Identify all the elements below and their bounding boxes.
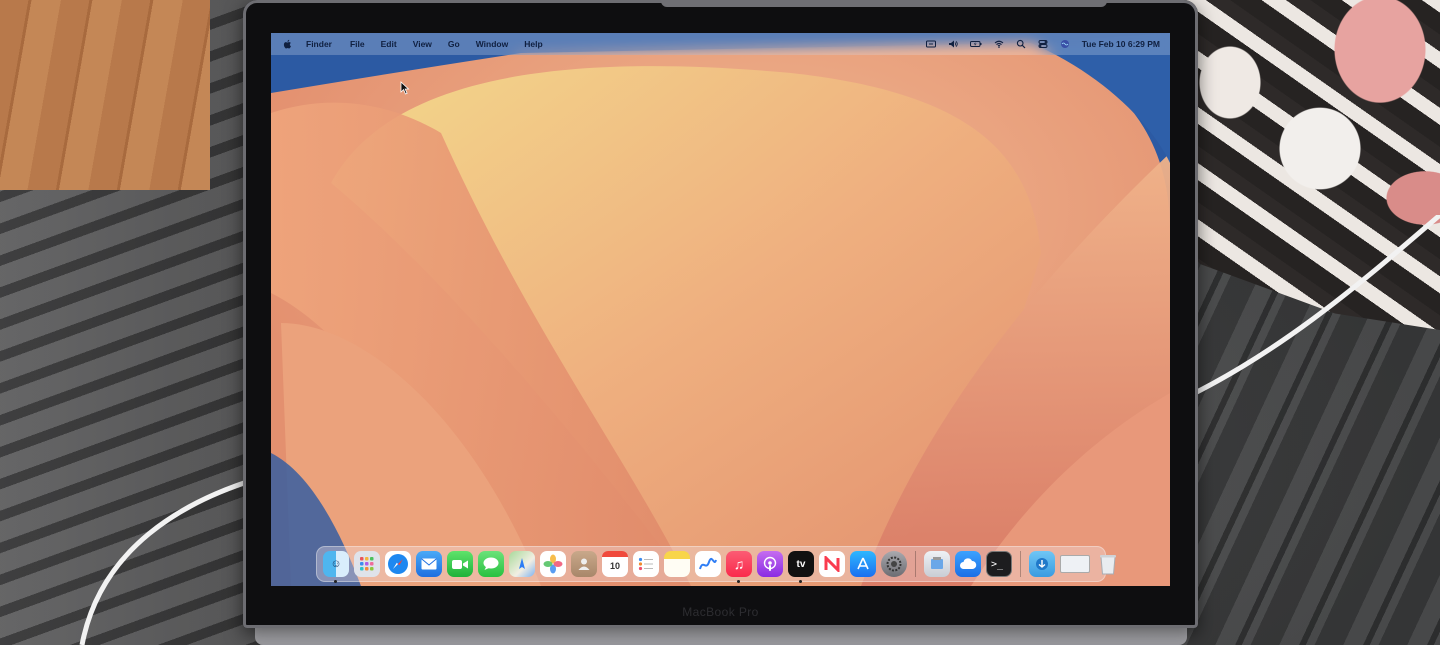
messages-icon[interactable] — [478, 551, 504, 577]
reminders-icon[interactable] — [633, 551, 659, 577]
launchpad-icon[interactable] — [354, 551, 380, 577]
preview-icon[interactable] — [924, 551, 950, 577]
volume-icon[interactable] — [948, 39, 958, 49]
dock-divider — [1020, 551, 1021, 577]
menu-bar: Finder File Edit View Go Window Help Tue… — [271, 33, 1170, 55]
menu-edit[interactable]: Edit — [373, 39, 405, 49]
menu-view[interactable]: View — [405, 39, 440, 49]
downloads-folder-icon[interactable] — [1029, 551, 1055, 577]
freeform-icon[interactable] — [695, 551, 721, 577]
running-indicator — [799, 580, 802, 583]
dock: ☺ 10 ♫ tv >_ — [316, 546, 1116, 583]
charging-cable-left — [79, 472, 270, 645]
spotlight-search-icon[interactable] — [1016, 39, 1026, 49]
calendar-day-label: 10 — [609, 561, 620, 571]
mail-icon[interactable] — [416, 551, 442, 577]
app-store-icon[interactable] — [850, 551, 876, 577]
control-center-icon[interactable] — [1038, 39, 1048, 49]
safari-icon[interactable] — [385, 551, 411, 577]
siri-icon[interactable] — [1060, 39, 1070, 49]
apple-tv-icon[interactable]: tv — [788, 551, 814, 583]
wallpaper — [271, 33, 1170, 586]
menu-file[interactable]: File — [342, 39, 373, 49]
finder-icon[interactable]: ☺ — [323, 551, 349, 583]
wifi-icon[interactable] — [994, 39, 1004, 49]
recent-window-icon[interactable] — [1060, 551, 1090, 577]
menu-window[interactable]: Window — [468, 39, 517, 49]
laptop-brand-label: MacBook Pro — [682, 605, 759, 619]
apple-logo-icon[interactable] — [283, 39, 292, 50]
battery-charging-icon[interactable] — [969, 39, 982, 49]
menu-go[interactable]: Go — [440, 39, 468, 49]
camera-notch — [661, 0, 1107, 7]
system-settings-icon[interactable] — [881, 551, 907, 577]
running-indicator — [737, 580, 740, 583]
menu-help[interactable]: Help — [516, 39, 550, 49]
podcasts-icon[interactable] — [757, 551, 783, 577]
contacts-icon[interactable] — [571, 551, 597, 577]
menu-bar-clock[interactable]: Tue Feb 10 6:29 PM — [1082, 39, 1160, 49]
running-indicator — [334, 580, 337, 583]
facetime-icon[interactable] — [447, 551, 473, 577]
macos-desktop[interactable]: Finder File Edit View Go Window Help Tue… — [271, 33, 1170, 586]
notes-icon[interactable] — [664, 551, 690, 577]
calendar-icon[interactable]: 10 — [602, 551, 628, 577]
photos-icon[interactable] — [540, 551, 566, 577]
dock-divider — [915, 551, 916, 577]
trash-icon[interactable] — [1095, 551, 1121, 577]
music-icon[interactable]: ♫ — [726, 551, 752, 583]
menu-app-name[interactable]: Finder — [298, 39, 342, 49]
wood-floor — [0, 0, 210, 190]
maps-icon[interactable] — [509, 551, 535, 577]
apple-tv-label: tv — [796, 558, 806, 570]
terminal-icon[interactable]: >_ — [986, 551, 1012, 577]
news-icon[interactable] — [819, 551, 845, 577]
mouse-pointer-icon — [400, 81, 410, 95]
keyboard-icon[interactable] — [925, 39, 936, 49]
icloud-icon[interactable] — [955, 551, 981, 577]
